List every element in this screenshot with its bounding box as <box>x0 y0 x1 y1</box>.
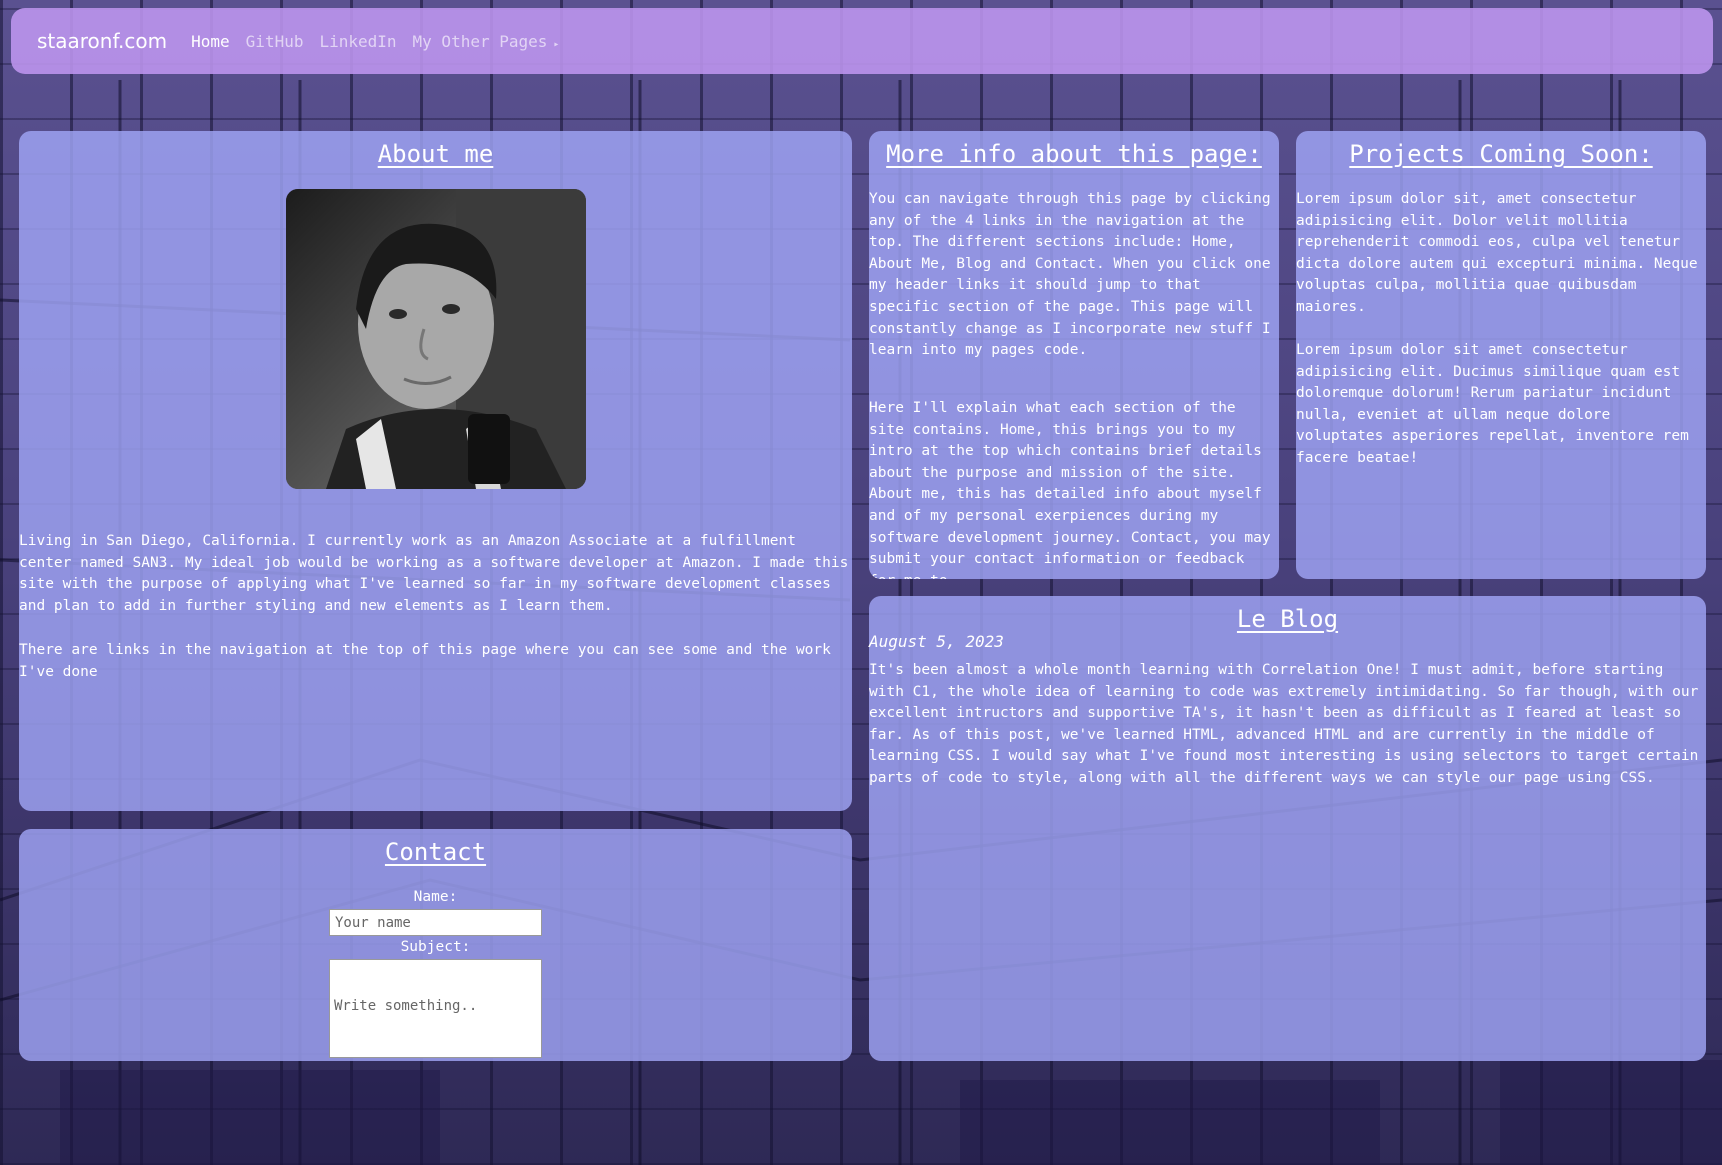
about-paragraph-1: Living in San Diego, California. I curre… <box>19 533 849 614</box>
more-info-section[interactable]: More info about this page: You can navig… <box>869 131 1279 579</box>
blog-title: Le Blog <box>1236 605 1339 633</box>
contact-title: Contact <box>384 838 487 866</box>
blog-post-date: August 5, 2023 <box>869 632 1004 651</box>
blog-post-body: It's been almost a whole month learning … <box>869 662 1708 786</box>
about-title: About me <box>377 140 494 168</box>
nav-link-linkedin[interactable]: LinkedIn <box>319 32 396 51</box>
projects-paragraph-2: Lorem ipsum dolor sit amet consectetur a… <box>1296 342 1698 466</box>
more-info-paragraph-2: Here I'll explain what each section of t… <box>869 400 1271 579</box>
name-label: Name: <box>413 889 458 905</box>
nav-link-other-pages-label: My Other Pages <box>412 31 548 51</box>
site-brand[interactable]: staaronf.com <box>37 29 167 53</box>
projects-paragraph-1: Lorem ipsum dolor sit, amet consectetur … <box>1296 191 1707 315</box>
subject-label: Subject: <box>400 939 471 955</box>
name-input[interactable] <box>329 909 542 936</box>
projects-section: Projects Coming Soon: Lorem ipsum dolor … <box>1296 131 1706 579</box>
about-paragraph-2: There are links in the navigation at the… <box>19 642 840 680</box>
profile-photo <box>286 189 586 489</box>
contact-section: Contact Name: Subject: <box>19 829 852 1061</box>
more-info-title: More info about this page: <box>886 140 1262 168</box>
caret-right-icon: ▸ <box>553 38 560 50</box>
nav-link-github[interactable]: GitHub <box>246 32 304 51</box>
subject-textarea[interactable] <box>329 959 542 1058</box>
blog-section: Le Blog August 5, 2023 It's been almost … <box>869 596 1706 1061</box>
nav-dropdown-other-pages[interactable]: My Other Pages ▸ <box>413 32 560 51</box>
projects-title: Projects Coming Soon: <box>1349 140 1653 168</box>
top-navbar: staaronf.com Home GitHub LinkedIn My Oth… <box>11 8 1713 74</box>
nav-link-home[interactable]: Home <box>191 32 230 51</box>
more-info-paragraph-1: You can navigate through this page by cl… <box>869 191 1279 359</box>
about-section: About me Living in San Diego, California… <box>19 131 852 811</box>
